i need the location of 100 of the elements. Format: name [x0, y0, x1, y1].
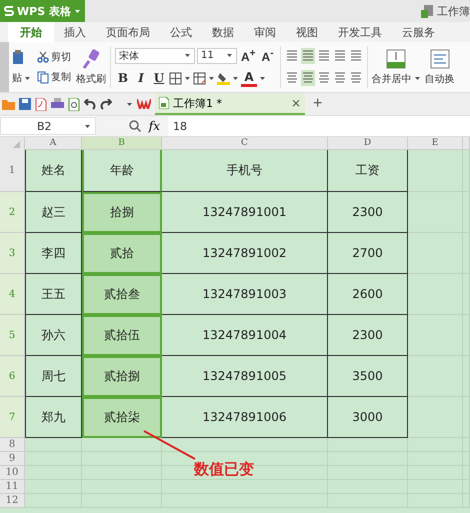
document-tab[interactable]: 工作簿1 * ×: [155, 93, 305, 115]
undo-icon[interactable]: [84, 98, 96, 110]
empty-cell[interactable]: [408, 274, 463, 315]
table-cell: 贰拾捌: [82, 356, 162, 397]
caret-icon[interactable]: [74, 8, 81, 14]
print-preview-icon[interactable]: [68, 98, 80, 110]
new-tab-button[interactable]: +: [309, 95, 326, 113]
close-tab-button[interactable]: ×: [290, 96, 301, 110]
underline-button[interactable]: U: [151, 71, 167, 85]
collapse-handle[interactable]: [0, 42, 9, 92]
merge-cells-icon: [386, 48, 406, 68]
align-middle-icon[interactable]: [300, 48, 315, 64]
empty-cell[interactable]: [408, 438, 463, 452]
table-cell: 3500: [328, 356, 408, 397]
bold-button[interactable]: B: [115, 71, 131, 85]
row-header[interactable]: 8: [0, 438, 25, 452]
row-header[interactable]: 1: [0, 150, 25, 192]
paste-button[interactable]: 贴: [11, 71, 32, 85]
empty-cell[interactable]: [328, 438, 408, 452]
table-cell: 3000: [328, 397, 408, 438]
fill-color-icon[interactable]: [217, 71, 230, 85]
column-header[interactable]: C: [162, 137, 328, 150]
empty-cell[interactable]: [408, 150, 463, 192]
table-cell: 贰拾柒: [82, 397, 162, 438]
row-header[interactable]: 3: [0, 233, 25, 274]
column-header[interactable]: A: [25, 137, 82, 150]
border-icon[interactable]: [169, 72, 182, 84]
caret-icon[interactable]: [184, 76, 191, 80]
table-cell: 拾捌: [82, 192, 162, 233]
cell-style-icon[interactable]: [193, 72, 206, 84]
caret-icon[interactable]: [259, 76, 266, 80]
save-icon[interactable]: [19, 98, 31, 110]
shrink-font-button[interactable]: A$^{-}$: [260, 48, 276, 64]
insert-function-button[interactable]: fx: [148, 119, 160, 133]
merge-center-button[interactable]: 合并居中: [370, 42, 423, 92]
table-cell: 13247891005: [162, 356, 328, 397]
empty-cell[interactable]: [408, 397, 463, 438]
name-box[interactable]: B2: [0, 117, 96, 135]
ribbon-tab[interactable]: 云服务: [392, 22, 445, 42]
caret-icon[interactable]: [414, 76, 421, 81]
empty-cell[interactable]: [408, 315, 463, 356]
cut-button[interactable]: 剪切: [36, 50, 72, 64]
empty-cell[interactable]: [408, 233, 463, 274]
formula-input[interactable]: 18: [168, 116, 470, 136]
row-header[interactable]: 11: [0, 480, 25, 494]
font-size-select[interactable]: 11: [197, 48, 237, 64]
font-select[interactable]: 宋体: [115, 48, 195, 64]
ribbon-tab[interactable]: 视图: [286, 22, 328, 42]
clipboard-icon[interactable]: [11, 49, 25, 65]
folder-icon[interactable]: [2, 98, 15, 110]
grow-font-button[interactable]: A$^{+}$: [239, 48, 258, 64]
table-cell: 工资: [328, 150, 408, 192]
empty-cell[interactable]: [82, 438, 162, 452]
font-color-button[interactable]: A: [241, 70, 257, 86]
ribbon-tab[interactable]: 开发工具: [328, 22, 392, 42]
copy-icon[interactable]: [37, 70, 49, 84]
caret-icon[interactable]: [232, 76, 239, 80]
column-header[interactable]: [463, 137, 470, 150]
column-header[interactable]: D: [328, 137, 408, 150]
table-cell: 13247891006: [162, 397, 328, 438]
caret-icon[interactable]: [184, 53, 191, 58]
copy-button[interactable]: 复制: [36, 70, 72, 84]
row-header[interactable]: 9: [0, 452, 25, 466]
row-header[interactable]: 12: [0, 494, 25, 508]
column-header[interactable]: E: [408, 137, 463, 150]
format-painter-button[interactable]: 格式刷: [74, 42, 108, 92]
align-center-icon[interactable]: [300, 70, 315, 86]
ribbon-tab[interactable]: 数据: [202, 22, 244, 42]
dropdown-icon[interactable]: [126, 102, 133, 106]
ribbon-tab[interactable]: 插入: [54, 22, 96, 42]
ribbon-tab[interactable]: 页面布局: [96, 22, 160, 42]
table-cell: 2700: [328, 233, 408, 274]
table-cell: 13247891003: [162, 274, 328, 315]
ribbon-tab[interactable]: 开始: [8, 22, 54, 42]
italic-button[interactable]: I: [133, 71, 149, 85]
ribbon-tab[interactable]: 审阅: [244, 22, 286, 42]
zoom-icon[interactable]: [128, 120, 141, 132]
row-header[interactable]: 10: [0, 466, 25, 480]
empty-cell[interactable]: [408, 192, 463, 233]
ribbon-tab[interactable]: 公式: [160, 22, 202, 42]
table-cell: 贰拾叁: [82, 274, 162, 315]
brush-icon[interactable]: [82, 48, 100, 68]
spreadsheet-icon: [421, 4, 433, 18]
caret-icon[interactable]: [24, 76, 31, 80]
table-cell: 贰拾伍: [82, 315, 162, 356]
table-cell: 2300: [328, 192, 408, 233]
wps-logo-icon[interactable]: [137, 99, 151, 109]
empty-cell[interactable]: [408, 356, 463, 397]
scissors-icon[interactable]: [37, 51, 49, 63]
wrap-text-button[interactable]: 自动换: [422, 42, 457, 92]
print-icon[interactable]: [51, 98, 64, 110]
spreadsheet-file-icon: [159, 97, 169, 109]
empty-cell[interactable]: [162, 438, 328, 452]
select-all-icon[interactable]: [0, 137, 25, 150]
redo-icon[interactable]: [100, 98, 112, 110]
caret-icon[interactable]: [226, 53, 233, 58]
row-header[interactable]: 5: [0, 315, 25, 356]
caret-icon[interactable]: [208, 76, 215, 80]
caret-icon[interactable]: [84, 124, 91, 128]
pdf-icon[interactable]: [35, 98, 47, 110]
